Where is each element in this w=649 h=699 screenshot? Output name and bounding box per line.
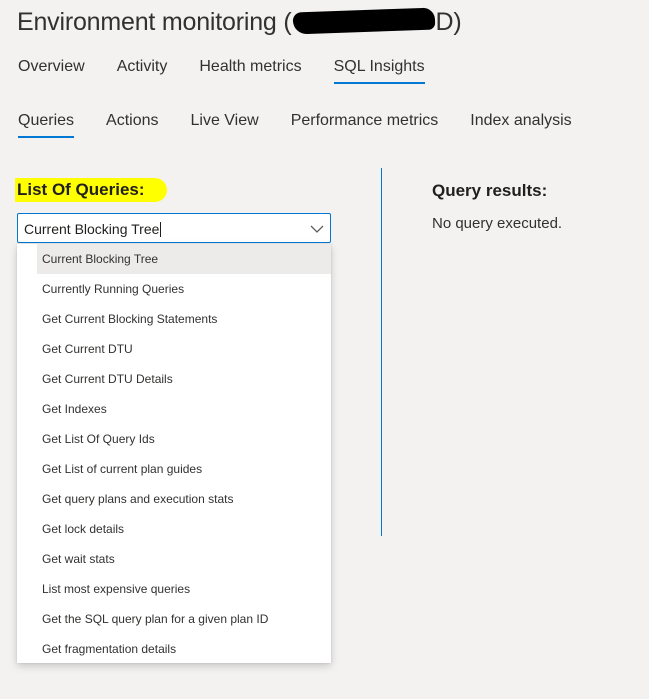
tab-sql-insights[interactable]: SQL Insights — [333, 58, 425, 84]
query-results-message: No query executed. — [432, 215, 563, 232]
query-option-get-list-of-current-plan-guides[interactable]: Get List of current plan guides — [37, 454, 331, 484]
query-option-list-most-expensive-queries[interactable]: List most expensive queries — [37, 574, 331, 604]
query-option-get-current-dtu-details[interactable]: Get Current DTU Details — [37, 364, 331, 394]
query-option-get-sql-query-plan-for-plan-id[interactable]: Get the SQL query plan for a given plan … — [37, 604, 331, 634]
page-title: Environment monitoring ( D) — [17, 7, 462, 37]
query-option-get-lock-details[interactable]: Get lock details — [37, 514, 331, 544]
query-option-get-wait-stats[interactable]: Get wait stats — [37, 544, 331, 574]
query-option-get-query-plans-and-execution-stats[interactable]: Get query plans and execution stats — [37, 484, 331, 514]
tab-overview[interactable]: Overview — [18, 58, 85, 84]
query-select-value: Current Blocking Tree — [24, 221, 160, 237]
query-options-list: Current Blocking Tree Currently Running … — [17, 244, 331, 663]
sub-tabs: Queries Actions Live View Performance me… — [18, 112, 604, 138]
tab-queries[interactable]: Queries — [18, 112, 75, 138]
tab-live-view[interactable]: Live View — [191, 112, 259, 138]
tab-activity[interactable]: Activity — [117, 58, 168, 84]
environment-monitoring-page: Environment monitoring ( D) Overview Acti… — [0, 0, 649, 699]
main-tabs: Overview Activity Health metrics SQL Ins… — [18, 58, 457, 84]
chevron-down-icon — [310, 225, 324, 233]
page-title-prefix: Environment monitoring ( — [17, 8, 292, 36]
query-option-get-list-of-query-ids[interactable]: Get List Of Query Ids — [37, 424, 331, 454]
pane-divider — [381, 168, 382, 536]
query-option-currently-running-queries[interactable]: Currently Running Queries — [37, 274, 331, 304]
tab-health-metrics[interactable]: Health metrics — [199, 58, 301, 84]
list-of-queries-label: List Of Queries: — [15, 178, 167, 202]
tab-performance-metrics[interactable]: Performance metrics — [291, 112, 439, 138]
redacted-environment-name — [292, 7, 435, 35]
query-option-current-blocking-tree[interactable]: Current Blocking Tree — [37, 244, 331, 274]
query-option-get-current-dtu[interactable]: Get Current DTU — [37, 334, 331, 364]
query-option-get-current-blocking-statements[interactable]: Get Current Blocking Statements — [37, 304, 331, 334]
query-select[interactable]: Current Blocking Tree — [17, 213, 331, 243]
query-option-get-indexes[interactable]: Get Indexes — [37, 394, 331, 424]
tab-actions[interactable]: Actions — [106, 112, 158, 138]
page-title-suffix: D) — [435, 8, 462, 36]
query-results-title: Query results: — [432, 181, 548, 200]
query-option-get-fragmentation-details[interactable]: Get fragmentation details — [37, 634, 331, 664]
tab-index-analysis[interactable]: Index analysis — [470, 112, 571, 138]
